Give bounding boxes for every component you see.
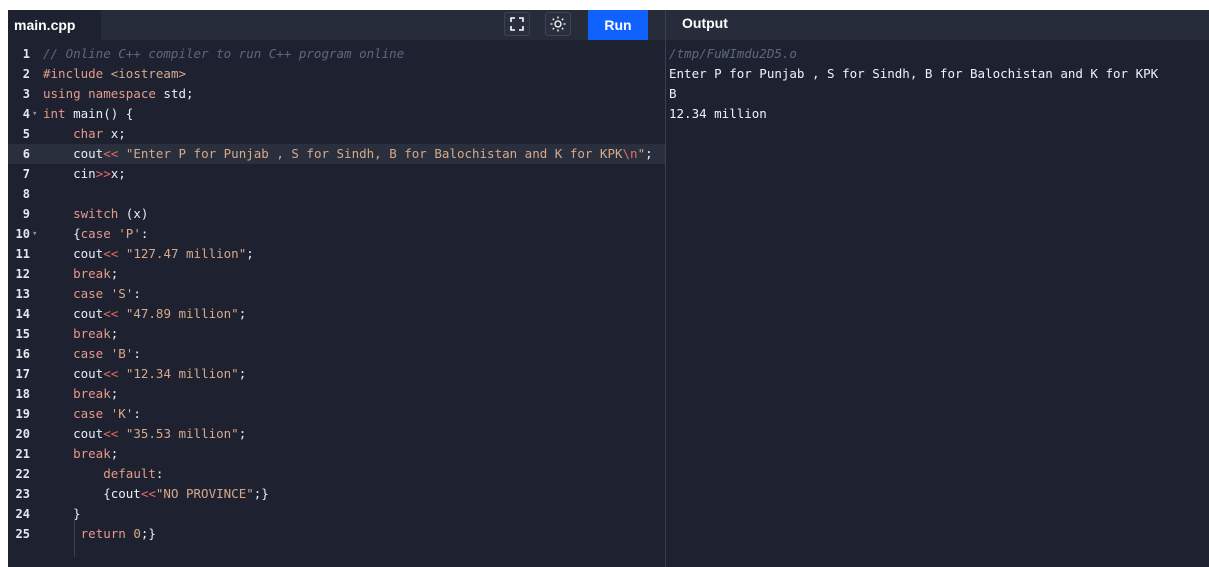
line-number: 18 (15, 387, 30, 401)
code-line[interactable]: 18 break; (8, 384, 665, 404)
line-number: 21 (15, 447, 30, 461)
output-line: B (669, 86, 677, 101)
file-tab[interactable]: main.cpp (8, 10, 101, 40)
code-text[interactable]: break; (43, 384, 118, 404)
code-text[interactable]: #include <iostream> (43, 64, 186, 84)
code-line[interactable]: 2 #include <iostream> (8, 64, 665, 84)
code-line[interactable]: 1 // Online C++ compiler to run C++ progr… (8, 44, 665, 64)
code-text[interactable]: default: (43, 464, 163, 484)
code-text[interactable]: case 'B': (43, 344, 141, 364)
line-number: 1 (22, 47, 30, 61)
code-line[interactable]: 13 case 'S': (8, 284, 665, 304)
line-number: 20 (15, 427, 30, 441)
code-line[interactable]: 8 (8, 184, 665, 204)
line-number: 7 (22, 167, 30, 181)
code-line[interactable]: 4 ▾ int main() { (8, 104, 665, 124)
code-line[interactable]: 7 cin>>x; (8, 164, 665, 184)
sun-icon (550, 16, 566, 32)
line-number: 5 (22, 127, 30, 141)
code-line[interactable]: 12 break; (8, 264, 665, 284)
output-panel-title: Output (682, 15, 728, 31)
code-line[interactable]: 16 case 'B': (8, 344, 665, 364)
line-number: 22 (15, 467, 30, 481)
output-line: Enter P for Punjab , S for Sindh, B for … (669, 66, 1159, 81)
code-text[interactable]: switch (x) (43, 204, 148, 224)
fullscreen-icon (510, 17, 524, 31)
code-line[interactable]: 10 ▾ {case 'P': (8, 224, 665, 244)
code-line[interactable]: 25 return 0;} (8, 524, 665, 544)
output-console: /tmp/FuWImdu2D5.o Enter P for Punjab , S … (669, 44, 1209, 564)
line-number: 9 (22, 207, 30, 221)
line-number: 19 (15, 407, 30, 421)
code-line[interactable]: 9 switch (x) (8, 204, 665, 224)
code-text[interactable]: {cout<<"NO PROVINCE";} (43, 484, 269, 504)
panel-divider[interactable] (665, 10, 666, 567)
line-number: 2 (22, 67, 30, 81)
code-line[interactable]: 24 } (8, 504, 665, 524)
code-text[interactable]: case 'S': (43, 284, 141, 304)
code-text[interactable]: cout<< "47.89 million"; (43, 304, 246, 324)
code-text[interactable]: cout<< "127.47 million"; (43, 244, 254, 264)
code-text[interactable]: break; (43, 264, 118, 284)
line-number: 6 (22, 147, 30, 161)
fullscreen-button[interactable] (504, 12, 530, 36)
output-binary-path: /tmp/FuWImdu2D5.o (669, 46, 797, 61)
code-text[interactable]: break; (43, 444, 118, 464)
indent-guide (74, 517, 75, 557)
code-text[interactable]: cout<< "35.53 million"; (43, 424, 246, 444)
line-number: 4 (22, 107, 30, 121)
code-line[interactable]: 5 char x; (8, 124, 665, 144)
code-line[interactable]: 3 using namespace std; (8, 84, 665, 104)
code-text[interactable]: return 0;} (43, 524, 156, 544)
line-number: 10 (15, 227, 30, 241)
code-line[interactable]: 19 case 'K': (8, 404, 665, 424)
line-number: 3 (22, 87, 30, 101)
code-text[interactable]: case 'K': (43, 404, 141, 424)
code-line[interactable]: 15 break; (8, 324, 665, 344)
code-text[interactable]: cin>>x; (43, 164, 126, 184)
line-number: 11 (15, 247, 30, 261)
code-text[interactable]: char x; (43, 124, 126, 144)
line-number: 16 (15, 347, 30, 361)
fold-arrow-icon[interactable]: ▾ (32, 224, 37, 244)
compiler-app: main.cpp Run Output 1 // Online C++ compi… (8, 10, 1209, 567)
line-number: 17 (15, 367, 30, 381)
fold-arrow-icon[interactable]: ▾ (32, 104, 37, 124)
code-text[interactable]: int main() { (43, 104, 133, 124)
code-line[interactable]: 14 cout<< "47.89 million"; (8, 304, 665, 324)
code-text[interactable]: // Online C++ compiler to run C++ progra… (43, 44, 404, 64)
code-text[interactable]: {case 'P': (43, 224, 148, 244)
line-number: 15 (15, 327, 30, 341)
code-line[interactable]: 20 cout<< "35.53 million"; (8, 424, 665, 444)
code-text[interactable]: using namespace std; (43, 84, 194, 104)
line-number: 12 (15, 267, 30, 281)
top-toolbar: main.cpp Run Output (8, 10, 1209, 40)
code-editor[interactable]: 1 // Online C++ compiler to run C++ progr… (8, 44, 665, 564)
code-line[interactable]: 22 default: (8, 464, 665, 484)
code-line[interactable]: 11 cout<< "127.47 million"; (8, 244, 665, 264)
theme-toggle-button[interactable] (545, 12, 571, 36)
line-number: 24 (15, 507, 30, 521)
code-text[interactable]: cout<< "12.34 million"; (43, 364, 246, 384)
code-text[interactable]: cout<< "Enter P for Punjab , S for Sindh… (43, 144, 653, 164)
line-number: 14 (15, 307, 30, 321)
line-number: 23 (15, 487, 30, 501)
code-line[interactable]: 23 {cout<<"NO PROVINCE";} (8, 484, 665, 504)
output-line: 12.34 million (669, 106, 767, 121)
line-number: 25 (15, 527, 30, 541)
run-button[interactable]: Run (588, 10, 648, 40)
code-line[interactable]: 6 cout<< "Enter P for Punjab , S for Sin… (8, 144, 665, 164)
line-number: 8 (22, 187, 30, 201)
line-number: 13 (15, 287, 30, 301)
code-text[interactable]: break; (43, 324, 118, 344)
code-line[interactable]: 21 break; (8, 444, 665, 464)
code-line[interactable]: 17 cout<< "12.34 million"; (8, 364, 665, 384)
